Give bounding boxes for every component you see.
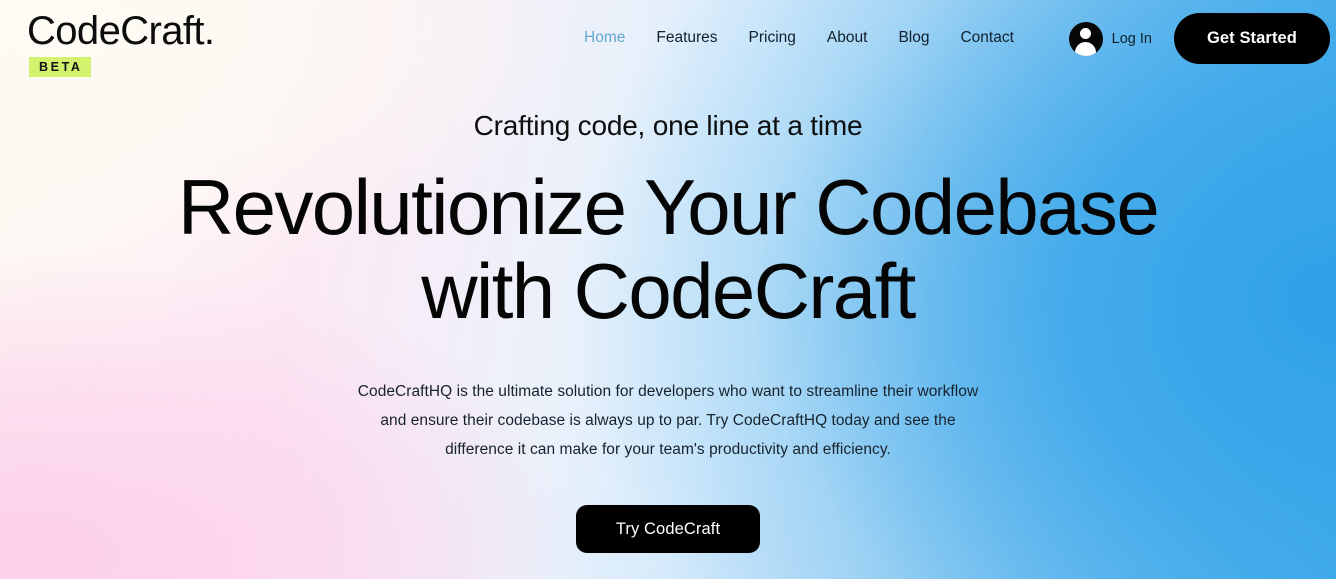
hero-title: Revolutionize Your Codebase with CodeCra…	[0, 165, 1336, 333]
header-auth-area: Log In Get Started	[1068, 13, 1330, 64]
brand-name: CodeCraft.	[27, 9, 215, 53]
hero-description: CodeCraftHQ is the ultimate solution for…	[357, 383, 979, 458]
landing-page-root: CodeCraft. BETA Home Features Pricing Ab…	[0, 0, 1336, 579]
nav-item-features[interactable]: Features	[656, 28, 717, 48]
hero-eyebrow: Crafting code, one line at a time	[473, 110, 863, 141]
nav-item-blog[interactable]: Blog	[898, 28, 929, 48]
brand-logo[interactable]: CodeCraft. BETA	[27, 8, 215, 77]
login-label: Log In	[1111, 30, 1152, 47]
get-started-button[interactable]: Get Started	[1173, 13, 1330, 64]
site-header: CodeCraft. BETA Home Features Pricing Ab…	[0, 0, 1336, 78]
nav-item-pricing[interactable]: Pricing	[749, 28, 796, 48]
try-codecraft-button[interactable]: Try CodeCraft	[575, 505, 761, 553]
hero-cta-wrapper: Try CodeCraft	[0, 505, 1336, 553]
nav-item-contact[interactable]: Contact	[960, 28, 1013, 48]
user-avatar-icon	[1068, 21, 1103, 56]
beta-badge: BETA	[29, 57, 91, 77]
nav-item-home[interactable]: Home	[584, 28, 625, 48]
hero-title-line-1: Revolutionize Your Codebase	[177, 163, 1160, 251]
hero-title-line-2: with CodeCraft	[421, 247, 916, 335]
nav-item-about[interactable]: About	[827, 28, 868, 48]
hero-section: Crafting code, one line at a time Revolu…	[0, 78, 1336, 553]
login-button[interactable]: Log In	[1068, 21, 1152, 56]
main-navigation: Home Features Pricing About Blog Contact	[584, 28, 1014, 48]
